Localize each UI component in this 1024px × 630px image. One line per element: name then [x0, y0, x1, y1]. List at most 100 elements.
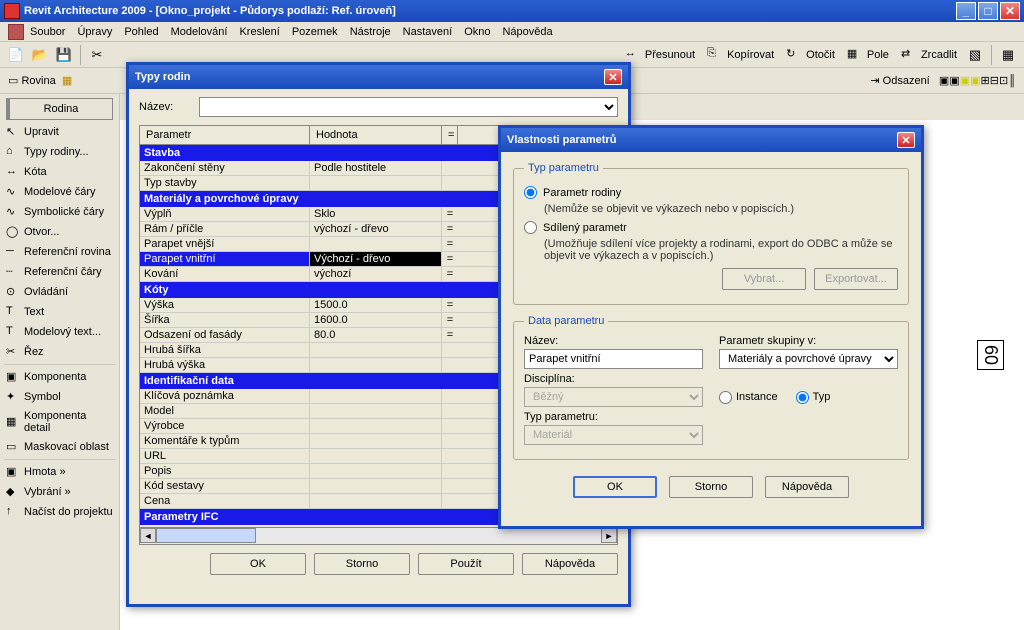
cell-param: Rám / příčle	[140, 222, 310, 236]
minimize-button[interactable]: _	[956, 2, 976, 20]
cell-value[interactable]	[310, 389, 442, 403]
help-button[interactable]: Nápověda	[765, 476, 849, 498]
tb2-btn7-icon[interactable]: ⊡	[999, 74, 1008, 87]
cell-value[interactable]	[310, 494, 442, 508]
radio-parametr-rodiny[interactable]	[524, 186, 537, 199]
cell-value[interactable]	[310, 343, 442, 357]
apply-button[interactable]: Použít	[418, 553, 514, 575]
sidebar-item[interactable]: TModelový text...	[0, 322, 119, 342]
label-odsazeni[interactable]: Odsazení	[883, 75, 930, 87]
sidebar-item[interactable]: ⌂Typy rodiny...	[0, 142, 119, 162]
sidebar-item[interactable]: ↖Upravit	[0, 122, 119, 142]
sidebar-item[interactable]: ∿Modelové čáry	[0, 182, 119, 202]
th-hodnota[interactable]: Hodnota	[310, 126, 442, 144]
sidebar-item[interactable]: ✦Symbol	[0, 387, 119, 407]
sidebar-item[interactable]: ⊙Ovládání	[0, 282, 119, 302]
tb2-btn6-icon[interactable]: ⊟	[990, 74, 999, 87]
menu-napoveda[interactable]: Nápověda	[502, 26, 552, 38]
sidebar-item[interactable]: TText	[0, 302, 119, 322]
menu-nastaveni[interactable]: Nastavení	[403, 26, 453, 38]
cell-value[interactable]	[310, 237, 442, 251]
cell-value[interactable]: výchozí	[310, 267, 442, 281]
tb2-btn3-icon[interactable]: ▣	[960, 74, 970, 87]
cell-value[interactable]: výchozí - dřevo	[310, 222, 442, 236]
cell-value[interactable]	[310, 419, 442, 433]
menu-okno[interactable]: Okno	[464, 26, 490, 38]
close-button[interactable]: ✕	[1000, 2, 1020, 20]
cut-icon[interactable]: ✂	[87, 45, 107, 65]
tool-presunout[interactable]: ↔Přesunout	[625, 47, 695, 63]
sidebar-item[interactable]: ◆Vybrání »	[0, 482, 119, 502]
ok-button[interactable]: OK	[210, 553, 306, 575]
radio-instance[interactable]	[719, 391, 732, 404]
hscrollbar[interactable]: ◄ ►	[140, 527, 617, 543]
grid-icon[interactable]: ▦	[62, 74, 72, 87]
input-nazev[interactable]	[524, 349, 703, 369]
tool-kopirovat[interactable]: ⎘Kopírovat	[707, 47, 774, 63]
menu-pozemek[interactable]: Pozemek	[292, 26, 338, 38]
menu-upravy[interactable]: Úpravy	[77, 26, 112, 38]
scroll-left-icon[interactable]: ◄	[140, 528, 156, 543]
cell-value[interactable]: 1600.0	[310, 313, 442, 327]
tool-extra1-icon[interactable]: ▧	[965, 45, 985, 65]
select-skupina[interactable]: Materiály a povrchové úpravy	[719, 349, 898, 369]
cell-value[interactable]	[310, 358, 442, 372]
sidebar-item[interactable]: ─Referenční rovina	[0, 242, 119, 262]
sidebar-item[interactable]: ┄Referenční čáry	[0, 262, 119, 282]
sidebar-item[interactable]: ▭Maskovací oblast	[0, 437, 119, 457]
radio-sdileny-parametr[interactable]	[524, 221, 537, 234]
sidebar-item[interactable]: ▣Hmota »	[0, 462, 119, 482]
sidebar-item[interactable]: ◯Otvor...	[0, 222, 119, 242]
menu-kresleni[interactable]: Kreslení	[239, 26, 279, 38]
cell-value[interactable]: Podle hostitele	[310, 161, 442, 175]
cell-value[interactable]	[310, 176, 442, 190]
help-button[interactable]: Nápověda	[522, 553, 618, 575]
cell-value[interactable]: Sklo	[310, 207, 442, 221]
dialog-close-button[interactable]: ✕	[604, 69, 622, 85]
sidebar-item[interactable]: ↔Kóta	[0, 162, 119, 182]
tool-zrcadlit[interactable]: ⇄Zrcadlit	[901, 47, 957, 63]
radio-typ[interactable]	[796, 391, 809, 404]
tool-extra2-icon[interactable]: ▦	[998, 45, 1018, 65]
cell-value[interactable]: 1500.0	[310, 298, 442, 312]
menu-soubor[interactable]: Soubor	[30, 26, 65, 38]
th-parametr[interactable]: Parametr	[140, 126, 310, 144]
open-icon[interactable]: 📂	[30, 45, 50, 65]
name-select[interactable]	[199, 97, 618, 117]
cell-value[interactable]	[310, 464, 442, 478]
scroll-thumb[interactable]	[156, 528, 256, 543]
scroll-right-icon[interactable]: ►	[601, 528, 617, 543]
sidebar-item[interactable]: ▣Komponenta	[0, 367, 119, 387]
exportovat-button[interactable]: Exportovat...	[814, 268, 898, 290]
tb2-btn4-icon[interactable]: ▣	[970, 74, 980, 87]
menu-modelovani[interactable]: Modelování	[171, 26, 228, 38]
tool-otocit[interactable]: ↻Otočit	[786, 47, 835, 63]
vybrat-button[interactable]: Vybrat...	[722, 268, 806, 290]
cell-value[interactable]	[310, 434, 442, 448]
maximize-button[interactable]: □	[978, 2, 998, 20]
menu-nastroje[interactable]: Nástroje	[350, 26, 391, 38]
tb2-btn1-icon[interactable]: ▣	[939, 74, 949, 87]
sidebar-item[interactable]: ✂Řez	[0, 342, 119, 362]
cancel-button[interactable]: Storno	[669, 476, 753, 498]
menu-pohled[interactable]: Pohled	[124, 26, 158, 38]
cell-value[interactable]	[310, 404, 442, 418]
sidebar-item[interactable]: ↑Načíst do projektu	[0, 502, 119, 522]
sidebar-item[interactable]: ▦Komponenta detail	[0, 407, 119, 437]
dialog-close-button[interactable]: ✕	[897, 132, 915, 148]
tb2-btn5-icon[interactable]: ⊞	[981, 74, 990, 87]
cell-value[interactable]: Výchozí - dřevo	[310, 252, 442, 266]
cancel-button[interactable]: Storno	[314, 553, 410, 575]
cell-value[interactable]: 80.0	[310, 328, 442, 342]
new-icon[interactable]: 📄	[6, 45, 26, 65]
tool-pole[interactable]: ▦Pole	[847, 47, 889, 63]
cell-value[interactable]	[310, 479, 442, 493]
tb2-btn2-icon[interactable]: ▣	[949, 74, 959, 87]
ok-button[interactable]: OK	[573, 476, 657, 498]
sidebar-item[interactable]: ∿Symbolické čáry	[0, 202, 119, 222]
tb2-btn8-icon[interactable]: ║	[1008, 75, 1016, 87]
label-rovina[interactable]: Rovina	[21, 75, 55, 87]
th-eq[interactable]: =	[442, 126, 458, 144]
save-icon[interactable]: 💾	[54, 45, 74, 65]
cell-value[interactable]	[310, 449, 442, 463]
